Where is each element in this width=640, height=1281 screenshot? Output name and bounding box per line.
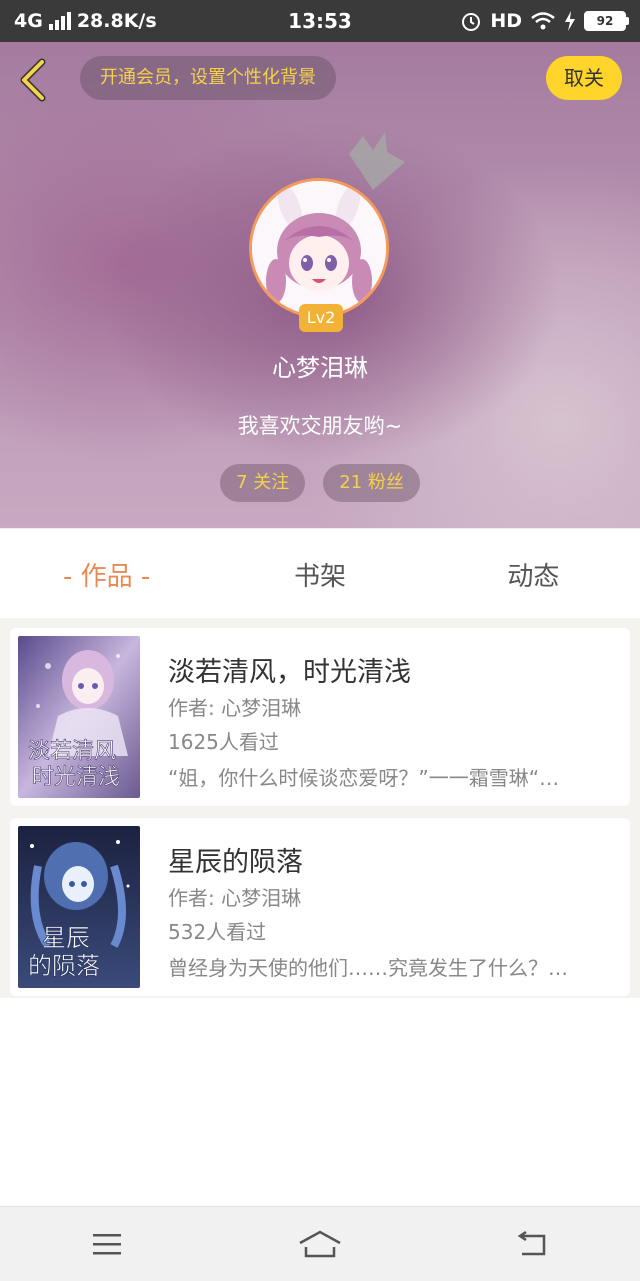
works-list: 淡若清风 时光清浅 淡若清风，时光清浅 作者: 心梦泪琳 1625人看过 “姐，… xyxy=(0,618,640,998)
signal-icon xyxy=(48,12,71,30)
book-views: 532人看过 xyxy=(168,920,267,944)
wifi-icon xyxy=(531,12,555,30)
book-cover: 淡若清风 时光清浅 xyxy=(18,636,140,798)
username: 心梦泪琳 xyxy=(272,354,368,382)
network-type: 4G xyxy=(14,10,43,32)
tab-activity[interactable]: 动态 xyxy=(427,556,640,593)
book-description: “姐，你什么时候谈恋爱呀？”一一霜雪琳“… xyxy=(168,766,560,790)
home-button[interactable] xyxy=(290,1224,350,1264)
cover-title-line2: 的陨落 xyxy=(28,952,100,980)
status-left: 4G 28.8K/s xyxy=(14,10,157,32)
book-title: 淡若清风，时光清浅 xyxy=(168,657,411,688)
book-cover: 星辰 的陨落 xyxy=(18,826,140,988)
cover-title-line1: 淡若清风 xyxy=(28,739,116,764)
back-nav-button[interactable] xyxy=(503,1224,563,1264)
following-count[interactable]: 7 关注 xyxy=(220,464,306,502)
followers-count[interactable]: 21 粉丝 xyxy=(323,464,420,502)
alarm-icon xyxy=(462,13,481,31)
follow-stats: 7 关注 21 粉丝 xyxy=(0,464,640,502)
hd-indicator: HD xyxy=(490,10,522,32)
avatar[interactable] xyxy=(249,178,389,318)
profile-tabs: - 作品 - 书架 动态 xyxy=(0,528,640,619)
vip-background-promo[interactable]: 开通会员，设置个性化背景 xyxy=(80,56,336,100)
book-title: 星辰的陨落 xyxy=(168,847,303,878)
avatar-image xyxy=(252,181,386,315)
return-icon xyxy=(518,1230,546,1256)
book-card[interactable]: 淡若清风 时光清浅 淡若清风，时光清浅 作者: 心梦泪琳 1625人看过 “姐，… xyxy=(10,628,630,806)
book-card[interactable]: 星辰 的陨落 星辰的陨落 作者: 心梦泪琳 532人看过 曾经身为天使的他们……… xyxy=(10,818,630,996)
tab-works[interactable]: - 作品 - xyxy=(0,556,213,593)
cover-title-line1: 星辰 xyxy=(42,924,90,952)
back-button[interactable] xyxy=(16,58,52,102)
home-icon xyxy=(299,1230,341,1258)
level-badge: Lv2 xyxy=(299,304,343,332)
menu-icon xyxy=(92,1234,121,1255)
cover-title-line2: 时光清浅 xyxy=(32,765,120,790)
book-views: 1625人看过 xyxy=(168,730,279,754)
charging-icon xyxy=(565,11,575,31)
book-description: 曾经身为天使的他们……究竟发生了什么？… xyxy=(168,956,568,980)
status-bar: 4G 28.8K/s 13:53 HD 92 xyxy=(0,0,640,42)
back-arrow-icon xyxy=(20,58,46,102)
status-right: HD 92 xyxy=(460,10,629,32)
user-bio: 我喜欢交朋友哟~ xyxy=(237,414,403,438)
profile-header: 开通会员，设置个性化背景 取关 Lv2 心梦泪琳 我喜欢交朋友哟~ 7 关注 2… xyxy=(0,42,640,528)
battery-icon: 92 xyxy=(584,11,629,31)
tab-bookshelf[interactable]: 书架 xyxy=(213,556,426,593)
book-author: 作者: 心梦泪琳 xyxy=(168,886,302,910)
book-cover-image: 星辰 的陨落 xyxy=(18,826,140,988)
unfollow-button[interactable]: 取关 xyxy=(546,56,622,100)
menu-button[interactable] xyxy=(77,1224,137,1264)
system-nav-bar xyxy=(0,1206,640,1281)
book-author: 作者: 心梦泪琳 xyxy=(168,696,302,720)
network-speed: 28.8K/s xyxy=(76,10,157,32)
book-cover-image: 淡若清风 时光清浅 xyxy=(18,636,140,798)
crown-icon xyxy=(349,132,405,190)
